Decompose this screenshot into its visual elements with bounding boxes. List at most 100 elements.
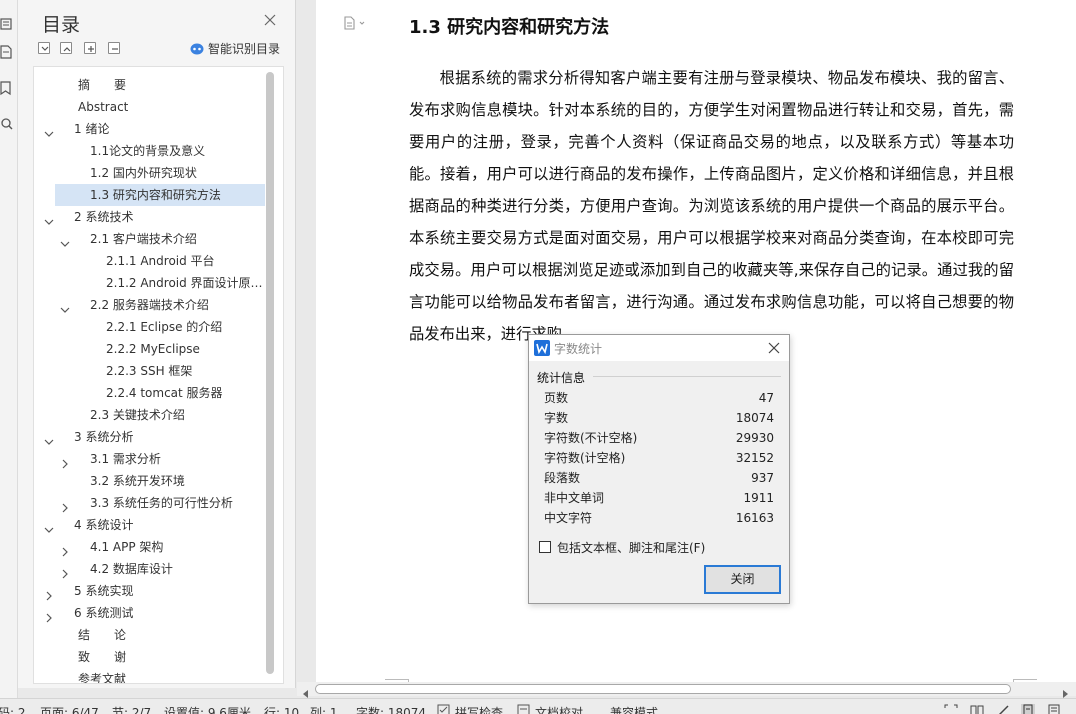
toc-item[interactable]: 2.2 服务器端技术介绍 bbox=[34, 294, 266, 316]
toc-item-label: 3.1 需求分析 bbox=[90, 452, 161, 466]
chevron-down-icon[interactable] bbox=[60, 234, 70, 247]
chevron-right-icon[interactable] bbox=[60, 542, 70, 557]
toc-scrollbar[interactable] bbox=[266, 72, 274, 674]
scroll-right-icon[interactable] bbox=[1061, 685, 1069, 698]
toc-item[interactable]: 4 系统设计 bbox=[34, 514, 266, 536]
toc-item[interactable]: 4.1 APP 架构 bbox=[34, 536, 266, 558]
chevron-right-icon[interactable] bbox=[44, 608, 54, 623]
toc-item-label: Abstract bbox=[78, 100, 129, 114]
status-page-number[interactable]: 码: 2 bbox=[0, 704, 26, 714]
toc-item[interactable]: 2.1.1 Android 平台 bbox=[34, 250, 266, 272]
chevron-down-icon[interactable] bbox=[44, 212, 54, 225]
doc-check-icon[interactable] bbox=[517, 704, 531, 714]
stat-label: 中文字符 bbox=[544, 511, 593, 525]
toc-list: 摘 要 Abstract 1 绪论 1.1论文的背景及意义 1.2 国内外研究现状 1.3… bbox=[33, 66, 284, 684]
toc-item[interactable]: 2.1.2 Android 界面设计原… bbox=[34, 272, 266, 294]
toc-item-label: 4.1 APP 架构 bbox=[90, 540, 164, 554]
toc-item-label: 3.2 系统开发环境 bbox=[90, 474, 185, 488]
bookmark-icon[interactable] bbox=[0, 80, 14, 96]
toc-item[interactable]: 1 绪论 bbox=[34, 118, 266, 140]
toc-item[interactable]: 2 系统技术 bbox=[34, 206, 266, 228]
status-page[interactable]: 页面: 6/47 bbox=[40, 704, 99, 714]
toc-item[interactable]: 6 系统测试 bbox=[34, 602, 266, 624]
plus-icon[interactable] bbox=[84, 42, 96, 54]
status-setting[interactable]: 设置值: 9.6厘米 bbox=[164, 704, 251, 714]
toc-item[interactable]: 3.3 系统任务的可行性分析 bbox=[34, 492, 266, 514]
expand-up-icon[interactable] bbox=[60, 42, 72, 54]
reading-mode-icon[interactable] bbox=[970, 704, 984, 714]
outline-icon[interactable] bbox=[0, 16, 14, 32]
close-icon[interactable] bbox=[767, 341, 781, 355]
collapse-all-icon[interactable] bbox=[38, 42, 50, 54]
status-doc-check[interactable]: 文档校对 bbox=[535, 704, 583, 714]
toc-item[interactable]: 2.2.1 Eclipse 的介绍 bbox=[34, 316, 266, 338]
status-spellcheck[interactable]: 拼写检查 bbox=[455, 704, 503, 714]
include-textbox-label[interactable]: 包括文本框、脚注和尾注(F) bbox=[557, 539, 705, 556]
page-corner-right bbox=[1013, 674, 1037, 687]
spellcheck-icon[interactable] bbox=[437, 704, 451, 714]
toc-item[interactable]: 致 谢 bbox=[34, 646, 266, 668]
toc-item[interactable]: 1.1论文的背景及意义 bbox=[34, 140, 266, 162]
status-col[interactable]: 列: 1 bbox=[310, 704, 338, 714]
scroll-left-icon[interactable] bbox=[302, 685, 310, 698]
chevron-down-icon[interactable] bbox=[44, 432, 54, 445]
close-button[interactable]: 关闭 bbox=[704, 565, 781, 594]
chevron-right-icon[interactable] bbox=[44, 586, 54, 601]
stat-label: 字符数(不计空格) bbox=[544, 431, 638, 445]
smart-toc-button[interactable]: 智能识别目录 bbox=[190, 40, 280, 57]
write-mode-icon[interactable] bbox=[997, 704, 1011, 714]
toc-item[interactable]: Abstract bbox=[34, 96, 266, 118]
toc-item-label: 2.1.2 Android 界面设计原… bbox=[106, 276, 263, 290]
smart-toc-label: 智能识别目录 bbox=[208, 42, 281, 56]
include-textbox-checkbox[interactable] bbox=[539, 541, 551, 553]
stat-value: 18074 bbox=[735, 411, 774, 425]
status-compat[interactable]: 兼容模式 bbox=[610, 704, 658, 714]
search-icon[interactable] bbox=[0, 116, 14, 132]
chevron-right-icon[interactable] bbox=[60, 454, 70, 469]
fullscreen-icon[interactable] bbox=[944, 704, 958, 714]
page-options-icon[interactable] bbox=[343, 16, 369, 30]
horizontal-scroll-thumb[interactable] bbox=[315, 684, 1011, 694]
chevron-down-icon[interactable] bbox=[44, 520, 54, 533]
close-icon[interactable] bbox=[262, 12, 278, 28]
status-wordcount[interactable]: 字数: 18074 bbox=[356, 704, 426, 714]
chevron-down-icon[interactable] bbox=[60, 300, 70, 313]
toc-item[interactable]: 3 系统分析 bbox=[34, 426, 266, 448]
status-section[interactable]: 节: 2/7 bbox=[112, 704, 151, 714]
toc-item-label: 4.2 数据库设计 bbox=[90, 562, 173, 576]
horizontal-scrollbar[interactable] bbox=[297, 682, 1076, 698]
stat-value: 29930 bbox=[735, 431, 774, 445]
toc-item[interactable]: 2.1 客户端技术介绍 bbox=[34, 228, 266, 250]
toc-item[interactable]: 3.1 需求分析 bbox=[34, 448, 266, 470]
chevron-right-icon[interactable] bbox=[60, 564, 70, 579]
stat-row: 字符数(不计空格) 29930 bbox=[544, 428, 774, 448]
toc-item[interactable]: 4.2 数据库设计 bbox=[34, 558, 266, 580]
document-icon[interactable] bbox=[0, 44, 14, 60]
stat-row: 字数 18074 bbox=[544, 408, 774, 428]
toc-item[interactable]: 参考文献 bbox=[34, 668, 266, 683]
outline-view-icon[interactable] bbox=[1047, 704, 1061, 714]
toc-item[interactable]: 摘 要 bbox=[34, 74, 266, 96]
toc-item[interactable]: 2.2.3 SSH 框架 bbox=[34, 360, 266, 382]
chevron-right-icon[interactable] bbox=[60, 498, 70, 513]
page-view-icon[interactable] bbox=[1021, 704, 1035, 714]
toc-item[interactable]: 2.2.4 tomcat 服务器 bbox=[34, 382, 266, 404]
dialog-titlebar[interactable]: 字数统计 bbox=[529, 335, 789, 361]
stat-row: 页数 47 bbox=[544, 388, 774, 408]
toc-item[interactable]: 2.3 关键技术介绍 bbox=[34, 404, 266, 426]
toc-item[interactable]: 2.2.2 MyEclipse bbox=[34, 338, 266, 360]
stat-label: 段落数 bbox=[544, 471, 581, 485]
smart-recognize-icon bbox=[190, 43, 204, 55]
toc-item-label: 1.1论文的背景及意义 bbox=[90, 144, 206, 158]
toc-item[interactable]: 5 系统实现 bbox=[34, 580, 266, 602]
minus-icon[interactable] bbox=[108, 42, 120, 54]
status-row[interactable]: 行: 10 bbox=[264, 704, 299, 714]
stat-label: 页数 bbox=[544, 391, 569, 405]
toc-item[interactable]: 结 论 bbox=[34, 624, 266, 646]
toc-item-label: 2.1.1 Android 平台 bbox=[106, 254, 215, 268]
toc-item[interactable]: 1.2 国内外研究现状 bbox=[34, 162, 266, 184]
toc-item[interactable]: 3.2 系统开发环境 bbox=[34, 470, 266, 492]
toc-item[interactable]: 1.3 研究内容和研究方法 bbox=[55, 184, 265, 206]
stat-row: 字符数(计空格) 32152 bbox=[544, 448, 774, 468]
chevron-down-icon[interactable] bbox=[44, 124, 54, 137]
